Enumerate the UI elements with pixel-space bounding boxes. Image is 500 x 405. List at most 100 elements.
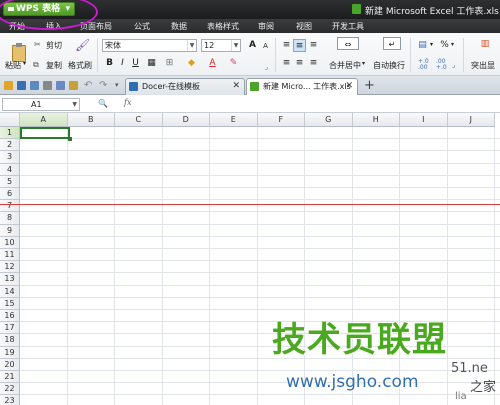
row-header[interactable]: 5	[0, 175, 20, 188]
formula-bar: A1 ▼ 🔍 fx	[0, 95, 500, 113]
row-header[interactable]: 4	[0, 163, 20, 176]
row-header[interactable]: 1	[0, 127, 20, 140]
fill-color-icon[interactable]: ◆	[185, 57, 198, 70]
column-header[interactable]: J	[447, 113, 495, 127]
merge-center-button[interactable]: 合并居中	[329, 60, 361, 71]
undo-icon[interactable]: ↶	[84, 80, 92, 91]
column-header[interactable]: B	[67, 113, 115, 127]
grow-font-button[interactable]: A	[246, 39, 259, 52]
font-size-select[interactable]: 12 ▼	[201, 39, 241, 52]
menu-formulas[interactable]: 公式	[134, 21, 150, 32]
row-header[interactable]: 18	[0, 334, 20, 347]
number-format-icon[interactable]: ▤	[416, 39, 429, 52]
format-painter-button[interactable]: 格式刷	[68, 60, 92, 71]
wrap-text-button[interactable]: 自动换行	[373, 60, 405, 71]
shrink-font-button[interactable]: A	[259, 40, 272, 53]
menu-data[interactable]: 数据	[171, 21, 187, 32]
row-header[interactable]: 14	[0, 285, 20, 298]
open-folder-icon[interactable]	[4, 81, 13, 90]
row-header[interactable]: 17	[0, 322, 20, 335]
bold-button[interactable]: B	[103, 57, 116, 70]
grid-column-line	[351, 127, 353, 405]
chevron-down-icon[interactable]: ▾	[362, 60, 365, 67]
redo-icon[interactable]: ↷	[99, 80, 107, 91]
menu-view[interactable]: 视图	[296, 21, 312, 32]
row-header[interactable]: 23	[0, 395, 20, 405]
select-all-corner[interactable]	[0, 113, 20, 127]
export-icon[interactable]	[30, 81, 39, 90]
column-header[interactable]: I	[400, 113, 448, 127]
percent-button[interactable]: %	[438, 39, 451, 52]
function-button[interactable]: fx	[124, 98, 131, 107]
paste-dropdown-icon[interactable]: ▾	[23, 60, 26, 67]
conditional-format-button[interactable]: 突出显	[471, 60, 495, 71]
selected-cell-a1[interactable]	[20, 127, 72, 141]
row-header[interactable]: 8	[0, 212, 20, 225]
row-header[interactable]: 22	[0, 383, 20, 396]
decimal-increase-button[interactable]: +.0 .00	[418, 59, 432, 71]
column-header[interactable]: F	[257, 113, 305, 127]
number-settings-icon[interactable]: ⌟	[452, 61, 455, 69]
align-right-icon[interactable]: ≡	[307, 57, 320, 70]
column-header[interactable]: H	[352, 113, 400, 127]
print-preview-icon[interactable]	[56, 81, 65, 90]
menu-developer[interactable]: 开发工具	[332, 21, 364, 32]
row-header[interactable]: 20	[0, 358, 20, 371]
menu-review[interactable]: 审阅	[258, 21, 274, 32]
row-header[interactable]: 9	[0, 224, 20, 237]
align-center-icon[interactable]: ≡	[293, 57, 306, 70]
quick-access-more-icon[interactable]: ▾	[115, 81, 119, 89]
font-name-select[interactable]: 宋体 ▼	[102, 39, 197, 52]
font-color-icon[interactable]: A	[206, 57, 219, 70]
formula-input[interactable]	[142, 98, 498, 111]
save-icon[interactable]	[17, 81, 26, 90]
align-top-icon[interactable]: ≡	[280, 39, 293, 52]
name-box[interactable]: A1 ▼	[2, 98, 80, 111]
watermark-logo-text: 技术员联盟	[272, 320, 447, 360]
row-header[interactable]: 2	[0, 139, 20, 152]
print-icon[interactable]	[43, 81, 52, 90]
column-header[interactable]: D	[162, 113, 210, 127]
separator	[97, 38, 98, 72]
font-settings-icon[interactable]: ⌟	[260, 61, 273, 74]
column-header[interactable]: E	[210, 113, 258, 127]
chevron-down-icon[interactable]: ▾	[451, 41, 454, 48]
row-header[interactable]: 3	[0, 151, 20, 164]
chevron-down-icon[interactable]: ▾	[430, 41, 433, 48]
underline-button[interactable]: U	[129, 57, 142, 70]
decimal-decrease-button[interactable]: .00 +.0	[436, 59, 450, 71]
row-header[interactable]: 19	[0, 346, 20, 359]
row-header[interactable]: 10	[0, 236, 20, 249]
clear-format-icon[interactable]: ✎	[227, 57, 240, 70]
column-header[interactable]: A	[20, 113, 68, 127]
align-left-icon[interactable]: ≡	[280, 57, 293, 70]
copy-button[interactable]: 复制	[46, 60, 62, 71]
tab-workbook[interactable]: 新建 Micro... 工作表.xls ✕	[246, 78, 358, 95]
row-header[interactable]: 12	[0, 261, 20, 274]
cut-button[interactable]: 剪切	[46, 40, 62, 51]
row-header[interactable]: 11	[0, 249, 20, 262]
column-header[interactable]: C	[115, 113, 163, 127]
row-header[interactable]: 16	[0, 310, 20, 323]
column-header[interactable]: G	[305, 113, 353, 127]
align-middle-icon[interactable]: ≡	[293, 39, 306, 52]
row-header[interactable]: 21	[0, 371, 20, 384]
tab-docer[interactable]: Docer-在线模板 ✕	[125, 78, 245, 95]
spreadsheet-grid[interactable]: ABCDEFGHIJ 1 2 3 4 5 6 7 8 9 10 11 12 13 14 15 16 17 18 19…	[0, 113, 500, 405]
row-header[interactable]: 7	[0, 200, 20, 213]
italic-button[interactable]: I	[116, 57, 129, 70]
zoom-icon[interactable]: 🔍	[98, 99, 108, 108]
align-bottom-icon[interactable]: ≡	[307, 39, 320, 52]
row-header[interactable]: 15	[0, 297, 20, 310]
grid-column-line	[304, 127, 305, 405]
close-icon[interactable]: ✕	[345, 79, 353, 94]
borders-icon[interactable]: ▦	[145, 57, 158, 70]
close-icon[interactable]: ✕	[232, 79, 240, 94]
merge-borders-icon[interactable]: ⊞	[163, 57, 176, 70]
grid-row-line	[20, 211, 500, 213]
row-header[interactable]: 13	[0, 273, 20, 286]
row-header[interactable]: 6	[0, 188, 20, 201]
new-tab-button[interactable]: +	[364, 78, 375, 93]
spell-check-icon[interactable]	[69, 81, 78, 90]
menu-table-styles[interactable]: 表格样式	[207, 21, 239, 32]
